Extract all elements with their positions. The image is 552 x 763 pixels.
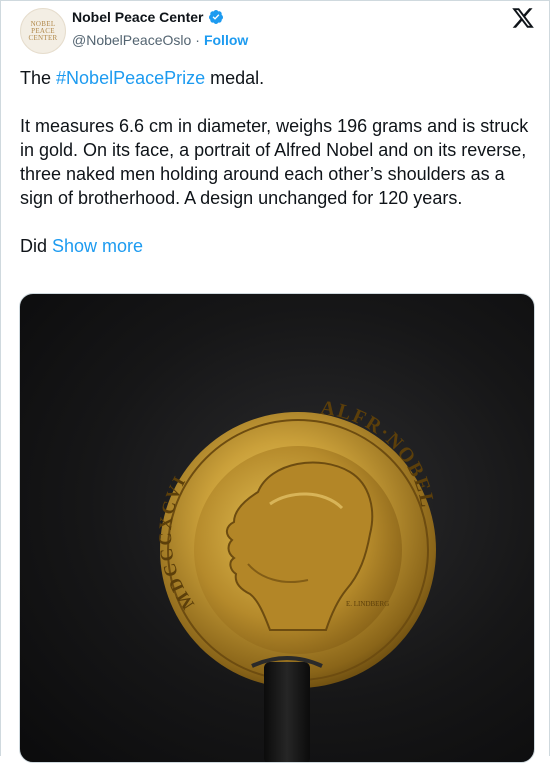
truncated-text: Did <box>20 236 53 256</box>
gold-medal: ALFR·NOBEL MDCCCXCVI E. LINDBERG <box>155 397 437 688</box>
medal-photo: ALFR·NOBEL MDCCCXCVI E. LINDBERG <box>155 397 437 762</box>
verified-badge-icon <box>208 10 223 24</box>
tweet-paragraph-2: It measures 6.6 cm in diameter, weighs 1… <box>20 116 529 208</box>
tweet-text: The #NobelPeacePrize medal. It measures … <box>20 66 530 258</box>
show-more-link[interactable]: Show more <box>52 236 143 256</box>
tweet-paragraph-3: Did Show more <box>20 234 530 258</box>
display-name[interactable]: Nobel Peace Center <box>72 9 204 25</box>
tweet-paragraph-1: The #NobelPeacePrize medal. <box>20 66 530 90</box>
avatar-text-line-3: CENTER <box>28 33 58 42</box>
x-logo-icon[interactable] <box>510 6 536 30</box>
tweet-text-suffix: medal. <box>205 68 265 88</box>
separator: · <box>195 32 200 48</box>
follow-button[interactable]: Follow <box>204 32 248 48</box>
handle[interactable]: @NobelPeaceOslo <box>72 32 191 48</box>
tweet-header: NOBEL PEACE CENTER Nobel Peace Center @N… <box>0 0 552 60</box>
hashtag-link[interactable]: #NobelPeacePrize <box>56 68 205 88</box>
name-row: Nobel Peace Center <box>72 9 224 25</box>
avatar[interactable]: NOBEL PEACE CENTER <box>20 8 66 54</box>
tweet-media-image[interactable]: ALFR·NOBEL MDCCCXCVI E. LINDBERG <box>19 293 535 763</box>
medal-signature: E. LINDBERG <box>346 600 389 608</box>
handle-row: @NobelPeaceOslo · Follow <box>72 32 248 48</box>
tweet-text-prefix: The <box>20 68 57 88</box>
